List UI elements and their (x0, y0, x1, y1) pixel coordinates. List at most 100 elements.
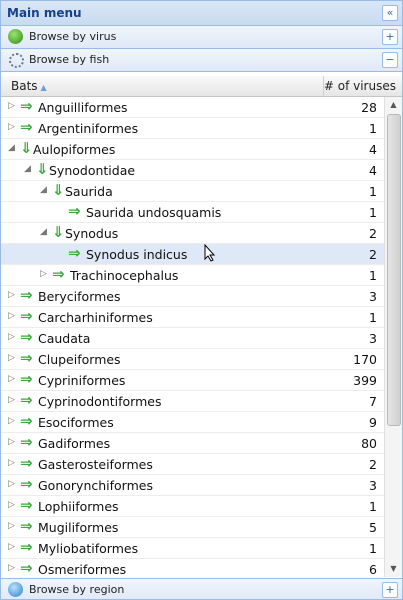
virus-count: 1 (369, 310, 377, 325)
expand-node-icon[interactable]: ▷ (8, 479, 15, 489)
arrow-right-icon: ⇒ (20, 349, 33, 367)
collapse-node-icon[interactable]: ◢ (24, 164, 31, 174)
collapse-panel-button[interactable]: « (382, 5, 398, 21)
virus-count: 1 (369, 499, 377, 514)
collapse-node-icon[interactable]: ◢ (8, 143, 15, 153)
arrow-right-icon: ⇒ (52, 265, 65, 283)
tree-row[interactable]: ▷ ⇒ Clupeiformes 170 (1, 349, 384, 370)
virus-count: 5 (369, 520, 377, 535)
arrow-right-icon: ⇒ (20, 496, 33, 514)
tree-row[interactable]: ▷ ⇒ Myliobatiformes 1 (1, 538, 384, 559)
taxon-name: Mugiliformes (38, 520, 119, 535)
virus-count: 4 (369, 163, 377, 178)
collapse-section-button[interactable]: − (382, 52, 398, 68)
section-browse-by-fish[interactable]: Browse by fish − (1, 49, 402, 72)
expand-node-icon[interactable]: ▷ (8, 395, 15, 405)
main-menu-panel: Main menu « Browse by virus + Browse by … (0, 0, 403, 600)
expand-node-icon[interactable]: ▷ (8, 437, 15, 447)
tree-row[interactable]: ▷ ⇒ Esociformes 9 (1, 412, 384, 433)
taxon-name: Synodontidae (49, 163, 136, 178)
section-label: Browse by region (29, 583, 125, 596)
arrow-right-icon: ⇒ (20, 517, 33, 535)
tree-row[interactable]: ▷ ⇒ Cyprinodontiformes 7 (1, 391, 384, 412)
virus-count: 2 (369, 247, 377, 262)
arrow-down-icon: ⇓ (36, 160, 49, 178)
taxon-name: Cyprinodontiformes (38, 394, 162, 409)
taxon-name: Caudata (38, 331, 91, 346)
tree-row[interactable]: ◢ ⇓ Synodus 2 (1, 223, 384, 244)
column-header-row: Bats ▲ # of viruses (1, 76, 402, 97)
tree-row[interactable]: ▷ ⇒ Cypriniformes 399 (1, 370, 384, 391)
tree-row[interactable]: ◢ ⇓ Synodontidae 4 (1, 160, 384, 181)
taxon-name: Synodus indicus (86, 247, 188, 262)
expand-node-icon[interactable]: ▷ (8, 332, 15, 342)
tree-row[interactable]: ▷ ⇒ Carcharhiniformes 1 (1, 307, 384, 328)
taxon-name: Beryciformes (38, 289, 121, 304)
tree-row[interactable]: ▷ ⇒ Trachinocephalus 1 (1, 265, 384, 286)
tree-row[interactable]: ▷ ⇒ Argentiniformes 1 (1, 118, 384, 139)
tree-row[interactable]: ▷ ⇒ Lophiiformes 1 (1, 496, 384, 517)
virus-count: 2 (369, 457, 377, 472)
taxon-name: Trachinocephalus (70, 268, 179, 283)
tree-row[interactable]: ▷ ⇒ Beryciformes 3 (1, 286, 384, 307)
expand-node-icon[interactable]: ▷ (8, 374, 15, 384)
tree-row[interactable]: ▷ ⇒ Gasterosteiformes 2 (1, 454, 384, 475)
virus-globe-icon (8, 29, 23, 44)
arrow-right-icon: ⇒ (20, 559, 33, 577)
scroll-up-icon[interactable]: ▲ (386, 98, 401, 112)
virus-count: 170 (353, 352, 377, 367)
section-browse-by-virus[interactable]: Browse by virus + (1, 26, 402, 49)
sort-ascending-icon: ▲ (40, 83, 47, 92)
taxon-name: Myliobatiformes (38, 541, 139, 556)
tree-row[interactable]: ▷ ⇒ Caudata 3 (1, 328, 384, 349)
tree-row[interactable]: ◢ ⇓ Aulopiformes 4 (1, 139, 384, 160)
arrow-right-icon: ⇒ (20, 433, 33, 451)
expand-section-button[interactable]: + (382, 582, 398, 598)
virus-count: 399 (353, 373, 377, 388)
tree-row[interactable]: ▷ ⇒ Osmeriformes 6 (1, 559, 384, 577)
expand-node-icon[interactable]: ▷ (40, 269, 47, 279)
virus-count: 1 (369, 205, 377, 220)
tree-row[interactable]: ⇒ Synodus indicus 2 (1, 244, 384, 265)
scrollbar-thumb[interactable] (387, 114, 401, 426)
section-browse-by-region[interactable]: Browse by region + (1, 578, 402, 599)
column-header-virus-count[interactable]: # of viruses (324, 79, 396, 93)
virus-count: 2 (369, 226, 377, 241)
expand-node-icon[interactable]: ▷ (8, 563, 15, 573)
taxon-name: Argentiniformes (38, 121, 139, 136)
expand-section-button[interactable]: + (382, 29, 398, 45)
expand-node-icon[interactable]: ▷ (8, 101, 15, 111)
panel-header: Main menu « (1, 1, 402, 26)
taxon-name: Carcharhiniformes (38, 310, 153, 325)
expand-node-icon[interactable]: ▷ (8, 416, 15, 426)
tree-row[interactable]: ◢ ⇓ Saurida 1 (1, 181, 384, 202)
virus-count: 6 (369, 562, 377, 577)
tree-row[interactable]: ▷ ⇒ Anguilliformes 28 (1, 97, 384, 118)
section-label: Browse by fish (29, 53, 110, 66)
expand-node-icon[interactable]: ▷ (8, 458, 15, 468)
arrow-right-icon: ⇒ (20, 118, 33, 136)
tree-row[interactable]: ▷ ⇒ Mugiliformes 5 (1, 517, 384, 538)
column-header-bats[interactable]: Bats ▲ (11, 79, 47, 93)
expand-node-icon[interactable]: ▷ (8, 542, 15, 552)
arrow-right-icon: ⇒ (20, 391, 33, 409)
collapse-node-icon[interactable]: ◢ (40, 185, 47, 195)
section-label: Browse by virus (29, 30, 117, 43)
tree-row[interactable]: ▷ ⇒ Gonorynchiformes 3 (1, 475, 384, 496)
tree-row[interactable]: ▷ ⇒ Gadiformes 80 (1, 433, 384, 454)
virus-count: 7 (369, 394, 377, 409)
expand-node-icon[interactable]: ▷ (8, 500, 15, 510)
taxon-name: Osmeriformes (38, 562, 127, 577)
expand-node-icon[interactable]: ▷ (8, 353, 15, 363)
taxon-name: Cypriniformes (38, 373, 126, 388)
tree-row[interactable]: ⇒ Saurida undosquamis 1 (1, 202, 384, 223)
taxon-name: Gasterosteiformes (38, 457, 153, 472)
expand-node-icon[interactable]: ▷ (8, 290, 15, 300)
expand-node-icon[interactable]: ▷ (8, 311, 15, 321)
expand-node-icon[interactable]: ▷ (8, 521, 15, 531)
collapse-node-icon[interactable]: ◢ (40, 227, 47, 237)
vertical-scrollbar[interactable]: ▲ ▼ (384, 97, 402, 577)
scroll-down-icon[interactable]: ▼ (386, 562, 401, 576)
taxon-name: Lophiiformes (38, 499, 119, 514)
expand-node-icon[interactable]: ▷ (8, 122, 15, 132)
